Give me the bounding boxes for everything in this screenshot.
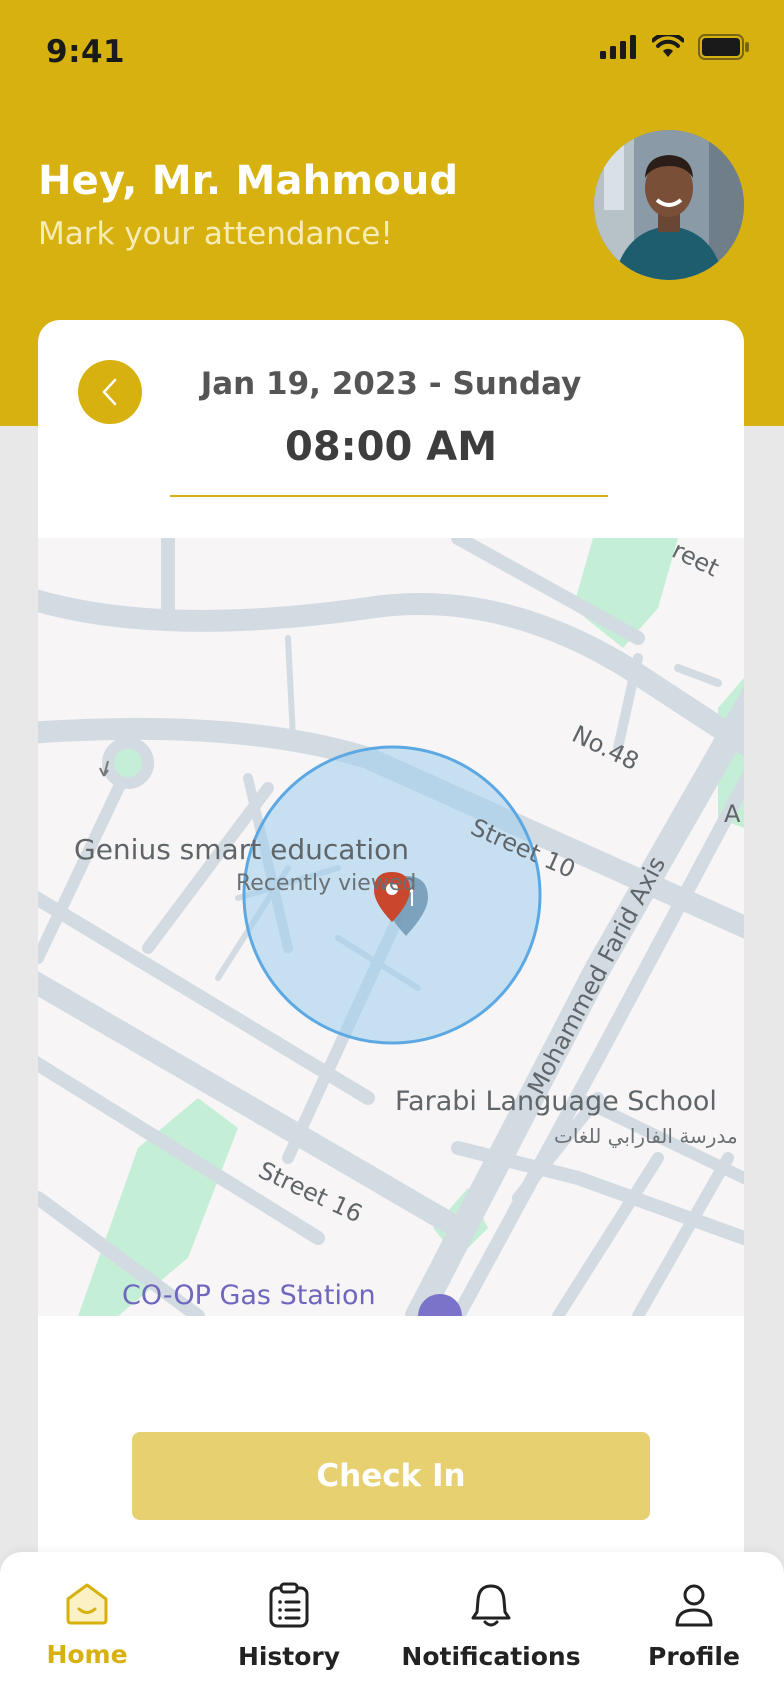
greeting-title: Hey, Mr. Mahmoud: [38, 158, 459, 204]
map-label-farabi: Farabi Language School: [395, 1086, 717, 1117]
wifi-icon: [652, 35, 684, 57]
nav-item-history[interactable]: History: [191, 1582, 387, 1671]
map-label-recently-viewed: Recently viewed: [236, 871, 417, 896]
map-label-genius: Genius smart education: [74, 833, 410, 866]
map-label-coop: CO-OP Gas Station: [122, 1280, 376, 1311]
avatar[interactable]: [594, 130, 744, 280]
attendance-time: 08:00 AM: [284, 424, 497, 470]
nav-item-home[interactable]: Home: [0, 1582, 185, 1669]
status-icons: [600, 34, 750, 60]
nav-item-profile[interactable]: Profile: [596, 1582, 784, 1671]
attendance-date: Jan 19, 2023 - Sunday: [200, 366, 582, 402]
nav-label-history: History: [237, 1642, 341, 1671]
status-time: 9:41: [46, 34, 126, 70]
map-label-a: A: [724, 800, 741, 828]
clipboard-list-icon: [269, 1582, 309, 1628]
avatar-photo: [594, 130, 744, 280]
status-bar: 9:41: [0, 0, 784, 104]
signal-icon: [600, 35, 636, 59]
bottom-nav: Home History Notifications Profile: [0, 1552, 784, 1704]
nav-label-profile: Profile: [648, 1642, 740, 1671]
time-underline: [170, 495, 608, 497]
map-label-farabi-arabic: مدرسة الفارابي للغات: [554, 1124, 738, 1148]
location-map[interactable]: Genius smart education Recently viewed S…: [38, 538, 744, 1316]
home-icon: [66, 1583, 108, 1625]
nav-label-notifications: Notifications: [401, 1642, 581, 1671]
check-in-button[interactable]: Check In: [132, 1432, 650, 1520]
bell-icon: [471, 1584, 511, 1627]
battery-icon: [698, 34, 749, 60]
nav-label-home: Home: [46, 1640, 128, 1669]
nav-item-notifications[interactable]: Notifications: [393, 1582, 589, 1671]
attendance-card: Jan 19, 2023 - Sunday 08:00 AM Genius sm…: [38, 320, 744, 1704]
greeting-subtitle: Mark your attendance!: [38, 216, 393, 252]
user-icon: [675, 1584, 713, 1627]
